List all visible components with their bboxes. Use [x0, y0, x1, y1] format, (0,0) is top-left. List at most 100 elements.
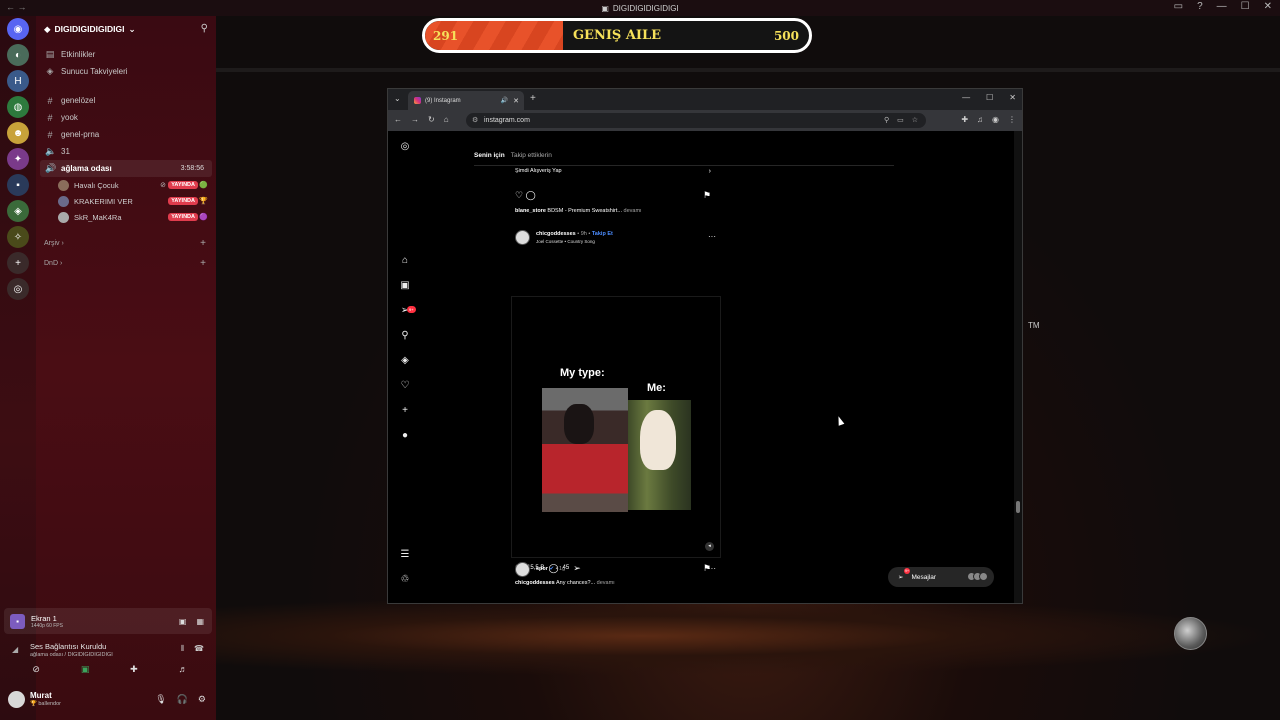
instagram-logo-icon[interactable]: ◎: [398, 141, 412, 152]
voice-user[interactable]: SkR_MaK4Ra YAYINDA 🟣: [36, 209, 216, 225]
tab-instagram[interactable]: (9) Instagram 🔊 ✕: [408, 91, 524, 110]
tab-following[interactable]: Takip ettiklerin: [511, 152, 552, 159]
gear-icon[interactable]: ⚙: [198, 694, 206, 705]
follow-button[interactable]: Takip Et: [592, 231, 613, 237]
back-icon[interactable]: ←: [394, 115, 402, 124]
server-icon[interactable]: ✦: [7, 148, 29, 170]
menu-events[interactable]: ▤ Etkinlikler: [36, 46, 216, 63]
shop-now-link[interactable]: Şimdi Alışveriş Yap ›: [515, 168, 715, 178]
post-username[interactable]: chicgoddesses: [536, 231, 576, 237]
post-username[interactable]: spor: [536, 566, 548, 572]
popout-icon[interactable]: ▦: [196, 617, 204, 626]
post-audio[interactable]: Joel Cossette • Country Song: [536, 239, 595, 244]
server-icon[interactable]: ☻: [7, 122, 29, 144]
activities-icon[interactable]: ✚: [130, 664, 138, 680]
server-icon[interactable]: H: [7, 70, 29, 92]
save-bookmark-icon[interactable]: ⚑: [703, 190, 711, 201]
scrollbar-thumb[interactable]: [1016, 501, 1020, 513]
comment-icon[interactable]: ◯: [526, 190, 536, 200]
reload-icon[interactable]: ↻: [428, 115, 435, 124]
category-dnd[interactable]: DnD › +: [36, 253, 216, 273]
profile-icon[interactable]: ◉: [992, 115, 999, 124]
tab-for-you[interactable]: Senin için: [474, 152, 505, 159]
close-button[interactable]: ✕: [1009, 93, 1016, 102]
camera-off-icon[interactable]: ⊘: [32, 664, 40, 680]
more-link[interactable]: devamı: [595, 580, 615, 586]
messages-button[interactable]: ➢ 9+ Mesajlar: [888, 567, 994, 587]
search-icon[interactable]: ⚲: [398, 330, 412, 341]
disconnect-icon[interactable]: ☎: [194, 644, 204, 654]
more-options-icon[interactable]: ···: [708, 564, 716, 573]
dm-home-icon[interactable]: ◉: [7, 18, 29, 40]
post-media[interactable]: My type: Me: ◂: [511, 296, 721, 558]
guild-header[interactable]: ◆ DIGIDIGIDIGIDIGI ⌄ ⚲: [36, 16, 216, 42]
screen-settings-icon[interactable]: ▣: [179, 617, 187, 626]
more-options-icon[interactable]: ···: [708, 232, 716, 241]
like-heart-icon[interactable]: ♡: [515, 190, 523, 200]
url-input[interactable]: ⚙ instagram.com ⚲ ▭ ☆: [466, 113, 926, 128]
explore-icon[interactable]: ◈: [398, 355, 412, 366]
back-arrow-icon[interactable]: ← →: [6, 2, 27, 12]
soundboard-icon[interactable]: ♬: [179, 664, 188, 680]
hamburger-icon[interactable]: ☰: [398, 549, 412, 560]
add-channel-icon[interactable]: +: [200, 258, 206, 269]
create-icon[interactable]: +: [398, 405, 412, 416]
home-icon[interactable]: ⌂: [398, 255, 412, 266]
microphone-icon[interactable]: 🎙: [155, 694, 166, 705]
add-server-icon[interactable]: +: [7, 252, 29, 274]
screen-share-icon[interactable]: ▣: [81, 664, 90, 680]
voice-user[interactable]: KRAKERIMI VER YAYINDA 🏆: [36, 193, 216, 209]
server-icon[interactable]: ◍: [7, 96, 29, 118]
close-tab-icon[interactable]: ✕: [513, 97, 519, 105]
voice-channel-path[interactable]: ağlama odası / DIGIDIGIDIGIDIGI: [30, 652, 113, 658]
inbox-icon[interactable]: ▭: [1174, 1, 1183, 12]
tab-search-icon[interactable]: ⌄: [394, 94, 401, 103]
help-icon[interactable]: ?: [1197, 1, 1203, 12]
menu-icon[interactable]: ⋮: [1008, 115, 1016, 124]
voice-channel-31[interactable]: 🔈 31: [36, 143, 216, 160]
zoom-icon[interactable]: ⚲: [884, 113, 889, 128]
category-arsiv[interactable]: Arşiv › +: [36, 233, 216, 253]
audio-icon[interactable]: 🔊: [501, 97, 508, 104]
bookmark-star-icon[interactable]: ☆: [912, 113, 918, 128]
channel-genelozel[interactable]: # genelözel: [36, 92, 216, 109]
avatar[interactable]: [515, 230, 530, 245]
cast-icon[interactable]: ▭: [897, 113, 904, 128]
menu-boosts[interactable]: ◈ Sunucu Takviyeleri: [36, 63, 216, 80]
server-icon[interactable]: ✧: [7, 226, 29, 248]
add-member-icon[interactable]: ⚲: [201, 23, 208, 34]
add-channel-icon[interactable]: +: [200, 238, 206, 249]
more-link[interactable]: devamı: [622, 208, 642, 214]
reels-icon[interactable]: ▣: [398, 280, 412, 291]
server-icon[interactable]: ▪: [7, 174, 29, 196]
close-button[interactable]: ✕: [1264, 1, 1272, 12]
server-icon[interactable]: ◈: [7, 200, 29, 222]
new-tab-button[interactable]: +: [530, 93, 536, 104]
screen-share-panel[interactable]: ▪ Ekran 1 1440p 60 FPS ▣ ▦: [4, 608, 212, 634]
voice-user[interactable]: Havalı Çocuk ⊘ YAYINDA 🟢: [36, 177, 216, 193]
discover-icon[interactable]: ◎: [7, 278, 29, 300]
heart-icon[interactable]: ♡: [398, 380, 412, 391]
channel-yook[interactable]: # yook: [36, 109, 216, 126]
server-icon[interactable]: ◐: [7, 44, 29, 66]
forward-icon[interactable]: →: [411, 115, 419, 124]
mute-icon[interactable]: ◂: [705, 542, 714, 551]
noise-suppression-icon[interactable]: ⦀: [181, 644, 185, 654]
extensions-icon[interactable]: ✚: [961, 115, 968, 124]
headphones-icon[interactable]: 🎧: [177, 694, 188, 705]
threads-icon[interactable]: ♲: [398, 574, 412, 585]
minimize-button[interactable]: —: [1217, 1, 1227, 12]
channel-genel-prna[interactable]: # genel-prna: [36, 126, 216, 143]
media-icon[interactable]: ♫: [977, 115, 983, 124]
home-icon[interactable]: ⌂: [444, 115, 449, 124]
voice-channel-aglama-odasi[interactable]: 🔊 ağlama odası 3:58:56: [40, 160, 212, 177]
scrollbar[interactable]: [1014, 131, 1022, 603]
site-info-icon[interactable]: ⚙: [472, 113, 478, 128]
maximize-button[interactable]: ☐: [1241, 1, 1250, 12]
divider: [216, 68, 1280, 72]
minimize-button[interactable]: —: [962, 93, 970, 102]
avatar[interactable]: [515, 562, 530, 577]
maximize-button[interactable]: ☐: [986, 93, 993, 102]
profile-avatar-icon[interactable]: ●: [398, 430, 412, 441]
avatar[interactable]: [8, 691, 25, 708]
